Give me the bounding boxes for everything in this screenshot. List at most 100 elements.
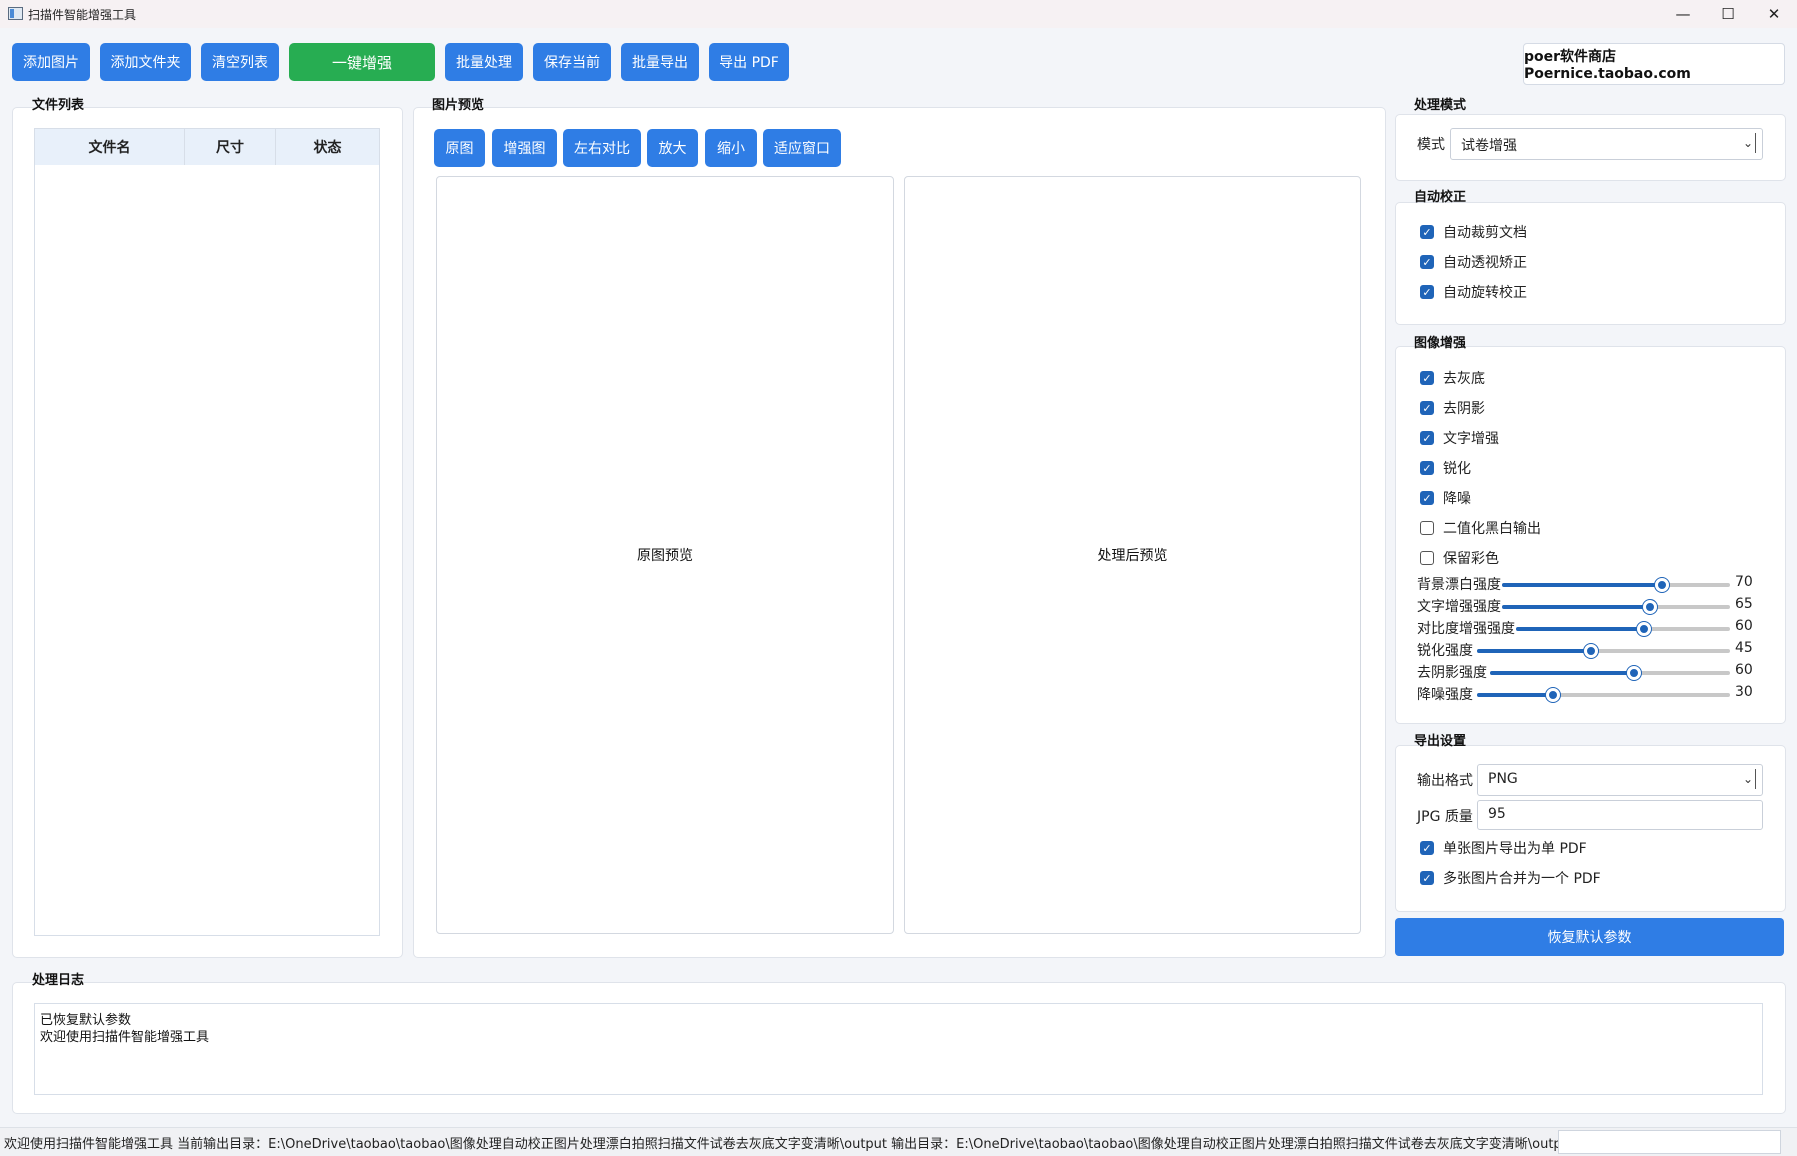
save-current-button[interactable]: 保存当前 — [533, 43, 611, 81]
status-bar: 欢迎使用扫描件智能增强工具 当前输出目录：E:\OneDrive\taobao\… — [0, 1127, 1797, 1156]
enhance-title: 图像增强 — [1414, 336, 1467, 351]
slider-track[interactable] — [1502, 578, 1730, 592]
zoom-out-button[interactable]: 缩小 — [705, 129, 757, 167]
file-list[interactable] — [34, 165, 380, 936]
checkbox-label: 二值化黑白输出 — [1443, 521, 1541, 537]
checkbox-label: 锐化 — [1443, 461, 1471, 477]
app-icon — [8, 7, 23, 20]
slider-handle[interactable] — [1627, 666, 1641, 680]
check-icon: ✓ — [1420, 431, 1434, 445]
mode-select[interactable]: 试卷增强 ⌄ — [1450, 128, 1763, 160]
slider-value: 30 — [1735, 684, 1753, 700]
view-original-button[interactable]: 原图 — [434, 129, 485, 167]
slider-value: 60 — [1735, 662, 1753, 678]
window-title: 扫描件智能增强工具 — [28, 8, 137, 22]
compare-button[interactable]: 左右对比 — [563, 129, 641, 167]
mode-label: 模式 — [1417, 137, 1445, 153]
shadow-remove-slider[interactable]: 去阴影强度 60 — [1417, 662, 1757, 682]
clear-list-button[interactable]: 清空列表 — [201, 43, 279, 81]
restore-defaults-button[interactable]: 恢复默认参数 — [1395, 918, 1784, 956]
background-whiten-slider[interactable]: 背景漂白强度 70 — [1417, 574, 1757, 594]
add-images-button[interactable]: 添加图片 — [12, 43, 90, 81]
fit-window-button[interactable]: 适应窗口 — [763, 129, 841, 167]
mode-value: 试卷增强 — [1461, 138, 1517, 154]
chevron-down-icon: ⌄ — [1741, 133, 1756, 153]
slider-track[interactable] — [1477, 644, 1730, 658]
preview-title: 图片预览 — [432, 98, 485, 113]
sharpen-slider[interactable]: 锐化强度 45 — [1417, 640, 1757, 660]
one-click-enhance-button[interactable]: 一键增强 — [289, 43, 435, 81]
close-button[interactable]: ✕ — [1751, 0, 1797, 28]
column-status[interactable]: 状态 — [276, 129, 379, 165]
single-pdf-checkbox[interactable]: ✓ 单张图片导出为单 PDF — [1420, 837, 1587, 859]
checkbox-label: 保留彩色 — [1443, 551, 1499, 567]
auto-rotate-checkbox[interactable]: ✓ 自动旋转校正 — [1420, 281, 1527, 303]
file-table-header: 文件名 尺寸 状态 — [34, 128, 380, 166]
slider-fill — [1490, 671, 1634, 675]
slider-fill — [1502, 583, 1662, 587]
sharpen-checkbox[interactable]: ✓ 锐化 — [1420, 457, 1471, 479]
check-icon: ✓ — [1420, 401, 1434, 415]
jpg-quality-input[interactable]: 95 — [1477, 800, 1763, 830]
checkbox-label: 多张图片合并为一个 PDF — [1443, 871, 1601, 887]
jpg-quality-value: 95 — [1488, 806, 1506, 822]
checkbox-label: 单张图片导出为单 PDF — [1443, 841, 1587, 857]
contrast-slider[interactable]: 对比度增强强度 60 — [1417, 618, 1757, 638]
export-pdf-button[interactable]: 导出 PDF — [709, 43, 789, 81]
mode-title: 处理模式 — [1414, 98, 1467, 113]
slider-track[interactable] — [1516, 622, 1730, 636]
status-text: 欢迎使用扫描件智能增强工具 当前输出目录：E:\OneDrive\taobao\… — [4, 1137, 1576, 1152]
file-list-title: 文件列表 — [32, 98, 85, 113]
column-size[interactable]: 尺寸 — [185, 129, 276, 165]
slider-handle[interactable] — [1643, 600, 1658, 614]
remove-shadow-checkbox[interactable]: ✓ 去阴影 — [1420, 397, 1485, 419]
view-enhanced-button[interactable]: 增强图 — [492, 129, 557, 167]
text-enhance-checkbox[interactable]: ✓ 文字增强 — [1420, 427, 1499, 449]
slider-value: 65 — [1735, 596, 1753, 612]
batch-process-button[interactable]: 批量处理 — [445, 43, 523, 81]
auto-perspective-checkbox[interactable]: ✓ 自动透视矫正 — [1420, 251, 1527, 273]
slider-handle[interactable] — [1545, 688, 1560, 702]
slider-fill — [1477, 693, 1553, 697]
check-icon: ✓ — [1420, 871, 1434, 885]
column-filename[interactable]: 文件名 — [35, 129, 185, 165]
unchecked-box-icon — [1420, 521, 1434, 535]
auto-crop-checkbox[interactable]: ✓ 自动裁剪文档 — [1420, 221, 1527, 243]
text-enhance-slider[interactable]: 文字增强强度 65 — [1417, 596, 1757, 616]
maximize-button[interactable]: ☐ — [1705, 0, 1751, 28]
slider-track[interactable] — [1490, 666, 1730, 680]
check-icon: ✓ — [1420, 225, 1434, 239]
slider-handle[interactable] — [1637, 622, 1652, 636]
slider-handle[interactable] — [1654, 578, 1669, 592]
processed-preview[interactable]: 处理后预览 — [904, 176, 1361, 934]
chevron-down-icon: ⌄ — [1741, 769, 1756, 789]
keep-color-checkbox[interactable]: 保留彩色 — [1420, 547, 1499, 569]
checkbox-label: 文字增强 — [1443, 431, 1499, 447]
shop-link[interactable]: poer软件商店 Poernice.taobao.com — [1523, 43, 1785, 85]
denoise-checkbox[interactable]: ✓ 降噪 — [1420, 487, 1471, 509]
slider-fill — [1502, 605, 1651, 609]
slider-value: 45 — [1735, 640, 1753, 656]
slider-label: 去阴影强度 — [1417, 665, 1487, 681]
binarize-checkbox[interactable]: 二值化黑白输出 — [1420, 517, 1541, 539]
remove-gray-checkbox[interactable]: ✓ 去灰底 — [1420, 367, 1485, 389]
add-folder-button[interactable]: 添加文件夹 — [100, 43, 191, 81]
slider-label: 对比度增强强度 — [1417, 621, 1515, 637]
log-textarea[interactable]: 已恢复默认参数 欢迎使用扫描件智能增强工具 — [34, 1003, 1763, 1095]
format-select[interactable]: PNG ⌄ — [1477, 764, 1763, 796]
original-preview[interactable]: 原图预览 — [436, 176, 894, 934]
slider-handle[interactable] — [1583, 644, 1598, 658]
check-icon: ✓ — [1420, 491, 1434, 505]
batch-export-button[interactable]: 批量导出 — [621, 43, 699, 81]
minimize-button[interactable]: — — [1660, 0, 1706, 28]
check-icon: ✓ — [1420, 285, 1434, 299]
denoise-slider[interactable]: 降噪强度 30 — [1417, 684, 1757, 704]
log-line: 欢迎使用扫描件智能增强工具 — [40, 1030, 210, 1045]
merge-pdf-checkbox[interactable]: ✓ 多张图片合并为一个 PDF — [1420, 867, 1601, 889]
zoom-in-button[interactable]: 放大 — [647, 129, 698, 167]
slider-value: 70 — [1735, 574, 1753, 590]
slider-fill — [1516, 627, 1645, 631]
slider-track[interactable] — [1477, 688, 1730, 702]
checkbox-label: 去灰底 — [1443, 371, 1485, 387]
slider-track[interactable] — [1502, 600, 1730, 614]
